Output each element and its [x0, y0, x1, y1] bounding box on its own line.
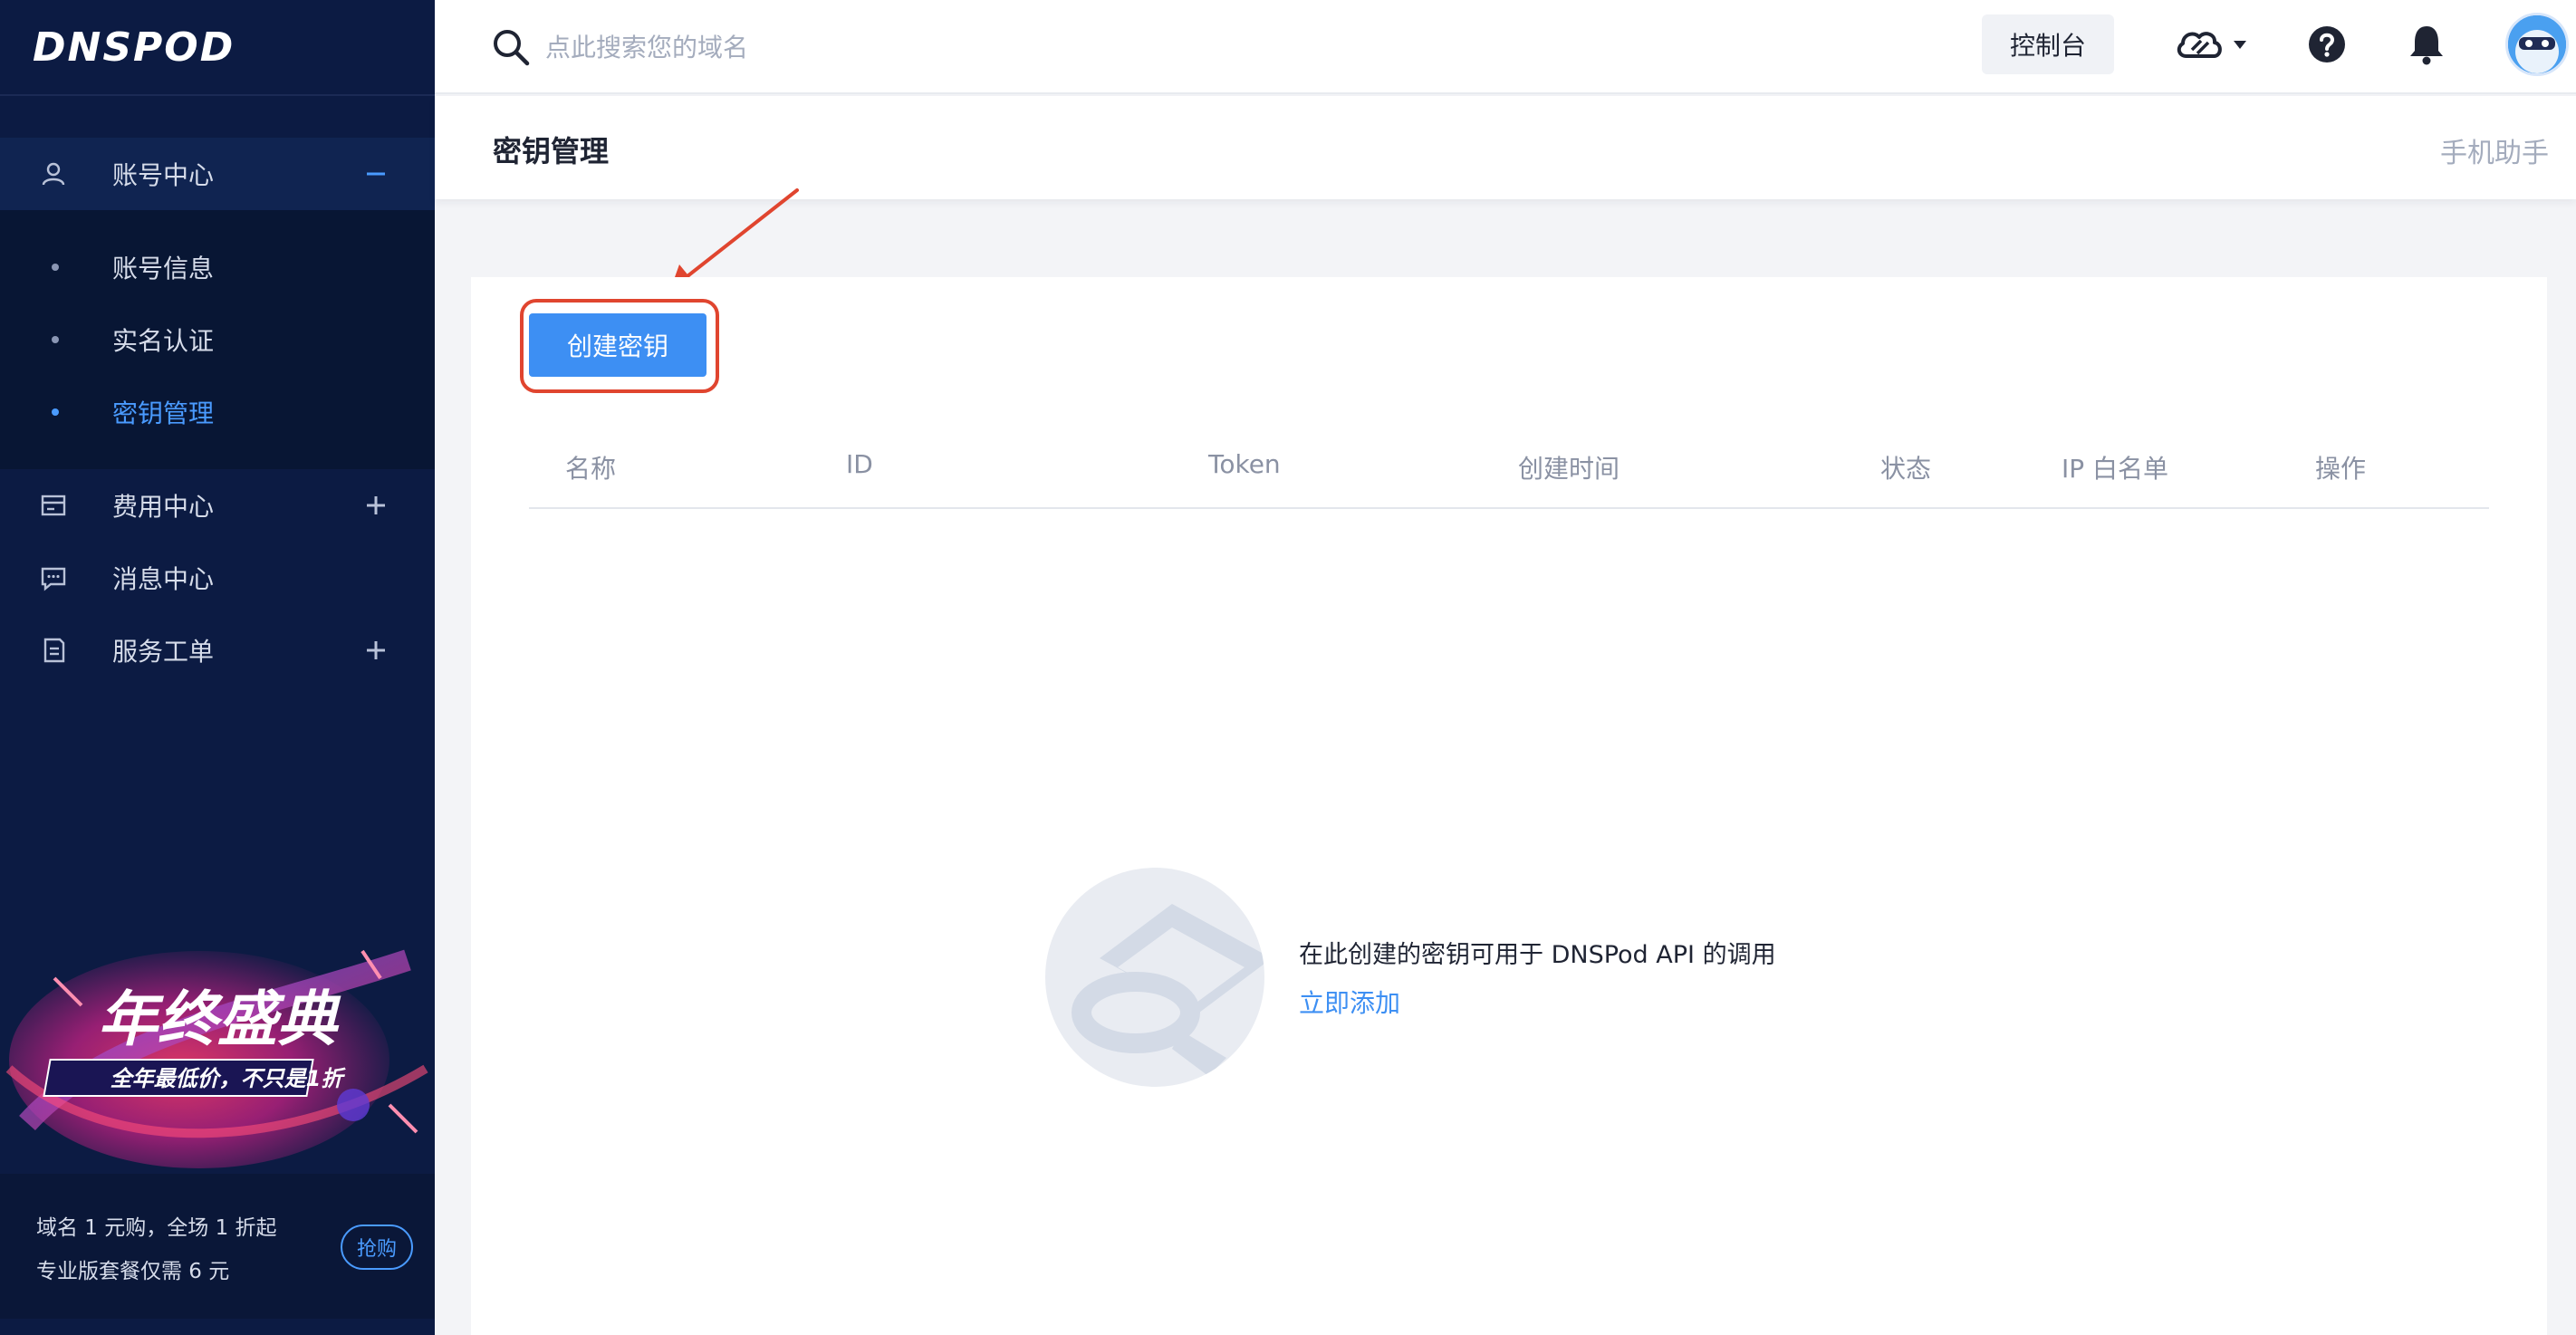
user-icon [38, 158, 69, 189]
sidebar-group-label: 服务工单 [112, 637, 215, 667]
column-header-id[interactable]: ID [846, 449, 873, 479]
sidebar-divider [0, 94, 435, 96]
promo-banner[interactable]: 年终盛典 全年最低价，不只是1折 [0, 924, 435, 1173]
promo-banner-subtitle: 全年最低价，不只是1折 [111, 1066, 347, 1091]
plus-icon[interactable] [360, 635, 391, 666]
promo-panel: 域名 1 元购，全场 1 折起 专业版套餐仅需 6 元 抢购 [0, 1174, 435, 1319]
top-bar: 控制台 [435, 0, 2576, 94]
sidebar-group-label: 费用中心 [112, 492, 215, 522]
plus-icon[interactable] [360, 490, 391, 521]
bullet-icon [52, 264, 59, 271]
column-header-status[interactable]: 状态 [1880, 449, 1931, 485]
help-icon[interactable] [2308, 25, 2346, 63]
cloud-icon [2174, 25, 2225, 65]
notification-bell-icon[interactable] [2408, 24, 2446, 65]
user-avatar[interactable] [2505, 13, 2569, 76]
create-key-button[interactable]: 创建密钥 [529, 313, 706, 377]
buy-now-button[interactable]: 抢购 [341, 1225, 413, 1270]
domain-search-input[interactable] [545, 24, 1089, 71]
account-submenu: 账号信息 实名认证 密钥管理 [0, 210, 435, 469]
svg-text:年终盛典: 年终盛典 [98, 984, 341, 1054]
sidebar: DNSPOD 账号中心 账号信息 实名认证 密钥管理 费用中心 消息中心 服务工… [0, 0, 435, 1335]
empty-key-illustration [1045, 868, 1264, 1087]
key-list-card: 创建密钥 名称 ID Token 创建时间 状态 IP 白名单 操作 在此创建的… [471, 277, 2547, 1335]
chevron-down-icon [2232, 37, 2248, 54]
sidebar-group-tickets[interactable]: 服务工单 [0, 614, 435, 687]
page-title: 密钥管理 [493, 134, 610, 168]
mobile-assistant-link[interactable]: 手机助手 [2440, 130, 2549, 170]
table-header: 名称 ID Token 创建时间 状态 IP 白名单 操作 [529, 422, 2489, 509]
bullet-icon [52, 408, 59, 416]
minus-icon[interactable] [360, 158, 391, 189]
promo-line-1: 域名 1 元购，全场 1 折起 [36, 1216, 277, 1240]
column-header-created-time[interactable]: 创建时间 [1518, 449, 1620, 485]
wallet-icon [38, 490, 69, 521]
bullet-icon [52, 336, 59, 343]
sidebar-group-billing[interactable]: 费用中心 [0, 469, 435, 542]
cloud-menu-button[interactable] [2174, 22, 2255, 69]
sidebar-item-label: 账号信息 [112, 254, 215, 283]
column-header-token[interactable]: Token [1208, 449, 1281, 479]
add-key-link[interactable]: 立即添加 [1299, 984, 1400, 1020]
console-button[interactable]: 控制台 [1982, 14, 2114, 74]
ticket-icon [38, 635, 69, 666]
column-header-ip-whitelist[interactable]: IP 白名单 [2062, 449, 2168, 485]
sidebar-item-key-management[interactable]: 密钥管理 [0, 380, 435, 444]
sidebar-group-messages[interactable]: 消息中心 [0, 542, 435, 614]
sidebar-item-label: 实名认证 [112, 326, 215, 356]
sidebar-item-real-name[interactable]: 实名认证 [0, 308, 435, 371]
column-header-name[interactable]: 名称 [565, 449, 616, 485]
sidebar-item-label: 密钥管理 [112, 399, 215, 428]
column-header-actions[interactable]: 操作 [2315, 449, 2366, 485]
promo-banner-title: 年终盛典 [98, 984, 341, 1054]
dnspod-logo[interactable]: DNSPOD [33, 18, 235, 76]
promo-line-2: 专业版套餐仅需 6 元 [36, 1260, 230, 1283]
empty-state-text: 在此创建的密钥可用于 DNSPod API 的调用 [1299, 941, 1776, 969]
message-icon [38, 562, 69, 593]
empty-state: 在此创建的密钥可用于 DNSPod API 的调用 立即添加 [1045, 868, 1860, 1094]
sidebar-group-account[interactable]: 账号中心 [0, 138, 435, 210]
sidebar-group-label: 消息中心 [112, 564, 215, 594]
search-icon[interactable] [491, 27, 531, 67]
svg-text:全年最低价，不只是1折: 全年最低价，不只是1折 [111, 1066, 347, 1091]
sidebar-group-label: 账号中心 [112, 160, 215, 190]
sidebar-item-account-info[interactable]: 账号信息 [0, 235, 435, 299]
